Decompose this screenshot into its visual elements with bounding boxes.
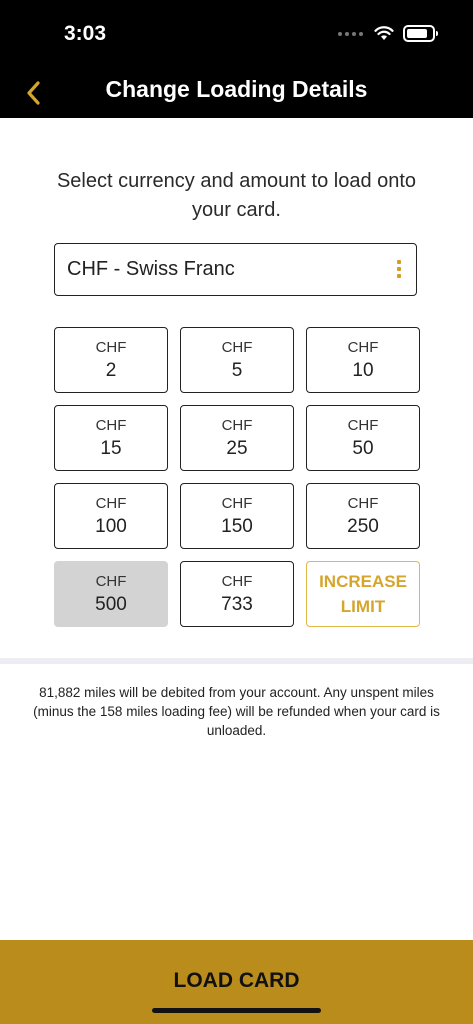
tile-currency: CHF — [95, 416, 127, 434]
tile-currency: CHF — [221, 572, 253, 590]
tile-amount: 500 — [95, 593, 127, 615]
status-icons — [338, 25, 438, 42]
amount-tile-2[interactable]: CHF 2 — [54, 327, 168, 393]
tile-amount: 10 — [352, 359, 374, 381]
tile-currency: CHF — [95, 338, 127, 356]
load-card-label: LOAD CARD — [173, 969, 300, 992]
amount-tile-5[interactable]: CHF 5 — [180, 327, 294, 393]
tile-currency: CHF — [221, 416, 253, 434]
status-time: 3:03 — [64, 22, 107, 45]
tile-amount: 25 — [226, 437, 248, 459]
amount-tile-733[interactable]: CHF 733 — [180, 561, 294, 627]
tile-currency: CHF — [347, 494, 379, 512]
page-title: Change Loading Details — [105, 76, 368, 102]
amount-tile-100[interactable]: CHF 100 — [54, 483, 168, 549]
tile-currency: CHF — [95, 572, 127, 590]
increase-limit-button[interactable]: INCREASE LIMIT — [306, 561, 420, 627]
top-bar: 3:03 Change Loading Details — [0, 0, 473, 118]
amount-tile-15[interactable]: CHF 15 — [54, 405, 168, 471]
tile-amount: 150 — [221, 515, 253, 537]
tile-currency: CHF — [347, 416, 379, 434]
more-options-icon — [397, 260, 401, 278]
amount-tile-250[interactable]: CHF 250 — [306, 483, 420, 549]
increase-limit-line2: LIMIT — [340, 597, 386, 616]
tile-amount: 733 — [221, 593, 253, 615]
amount-grid: CHF 2 CHF 5 CHF 10 CHF 15 CHF 25 CHF 50 … — [54, 327, 420, 627]
signal-dots-icon — [338, 31, 363, 36]
tile-amount: 5 — [231, 359, 243, 381]
amount-tile-50[interactable]: CHF 50 — [306, 405, 420, 471]
tile-amount: 15 — [100, 437, 122, 459]
tile-amount: 2 — [105, 359, 117, 381]
wifi-icon — [374, 26, 394, 40]
section-divider — [0, 658, 473, 664]
tile-currency: CHF — [347, 338, 379, 356]
tile-currency: CHF — [221, 338, 253, 356]
tile-currency: CHF — [221, 494, 253, 512]
battery-icon — [403, 25, 438, 42]
tile-currency: CHF — [95, 494, 127, 512]
currency-select[interactable]: CHF - Swiss Franc — [54, 243, 417, 296]
increase-limit-line1: INCREASE — [319, 572, 407, 591]
amount-tile-150[interactable]: CHF 150 — [180, 483, 294, 549]
tile-amount: 50 — [352, 437, 374, 459]
amount-tile-10[interactable]: CHF 10 — [306, 327, 420, 393]
home-indicator[interactable] — [152, 1008, 321, 1013]
amount-tile-500-selected[interactable]: CHF 500 — [54, 561, 168, 627]
miles-note: 81,882 miles will be debited from your a… — [33, 685, 440, 738]
tile-amount: 100 — [95, 515, 127, 537]
tile-amount: 250 — [347, 515, 379, 537]
instruction-text: Select currency and amount to load onto … — [56, 170, 417, 221]
currency-select-value: CHF - Swiss Franc — [67, 258, 235, 280]
amount-tile-25[interactable]: CHF 25 — [180, 405, 294, 471]
